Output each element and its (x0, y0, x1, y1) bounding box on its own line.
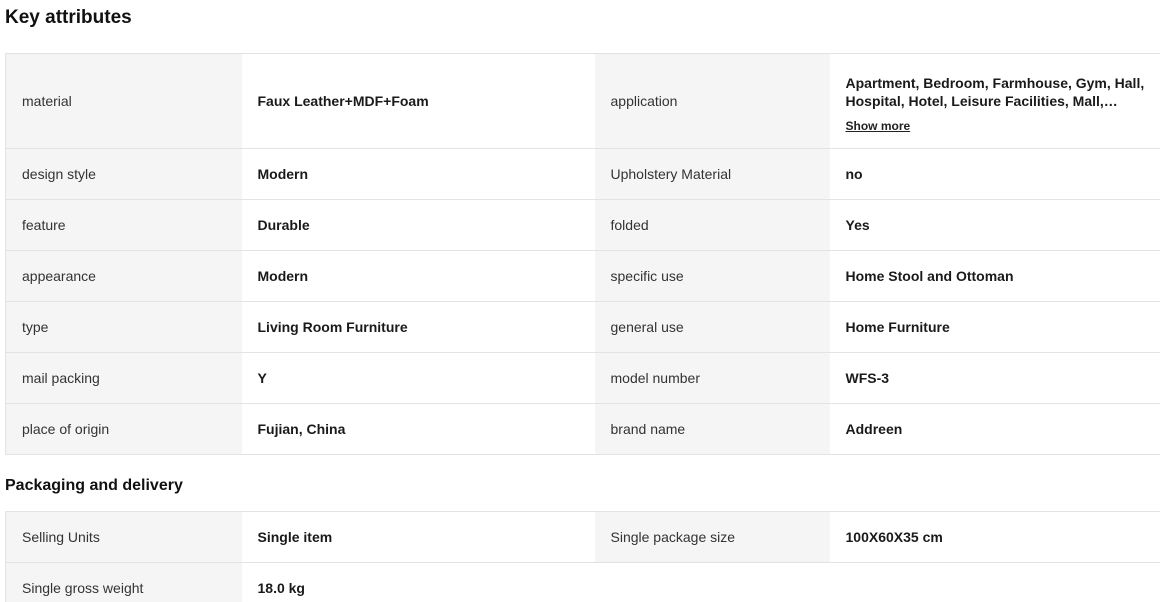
attr-value-brand-name: Addreen (829, 403, 1160, 455)
pack-label-selling-units: Selling Units (5, 511, 242, 563)
packaging-table: Selling Units Single item Single package… (5, 511, 1160, 602)
empty-cell (829, 562, 1160, 602)
attr-value-appearance: Modern (241, 250, 595, 302)
pack-label-package-size: Single package size (594, 511, 830, 563)
pack-label-gross-weight: Single gross weight (5, 562, 242, 602)
table-row: Single gross weight 18.0 kg (5, 562, 1160, 602)
attr-label-mail-packing: mail packing (5, 352, 242, 404)
table-row: Selling Units Single item Single package… (5, 511, 1160, 563)
attr-label-design-style: design style (5, 148, 242, 200)
attr-label-appearance: appearance (5, 250, 242, 302)
pack-value-gross-weight: 18.0 kg (241, 562, 595, 602)
attr-label-folded: folded (594, 199, 830, 251)
attr-label-material: material (5, 53, 242, 149)
table-row: feature Durable folded Yes (5, 199, 1160, 251)
table-row: place of origin Fujian, China brand name… (5, 403, 1160, 455)
key-attributes-title: Key attributes (5, 7, 132, 28)
attr-label-application: application (594, 53, 830, 149)
attr-value-material: Faux Leather+MDF+Foam (241, 53, 595, 149)
attr-value-upholstery-material: no (829, 148, 1160, 200)
attr-label-feature: feature (5, 199, 242, 251)
attr-value-application-cell: Apartment, Bedroom, Farmhouse, Gym, Hall… (829, 53, 1160, 149)
attr-label-brand-name: brand name (594, 403, 830, 455)
attr-value-folded: Yes (829, 199, 1160, 251)
attr-label-upholstery-material: Upholstery Material (594, 148, 830, 200)
show-more-link[interactable]: Show more (846, 117, 911, 135)
pack-value-package-size: 100X60X35 cm (829, 511, 1160, 563)
attr-label-specific-use: specific use (594, 250, 830, 302)
table-row: type Living Room Furniture general use H… (5, 301, 1160, 353)
product-attributes-page: Key attributes material Faux Leather+MDF… (0, 0, 1160, 602)
attr-value-application: Apartment, Bedroom, Farmhouse, Gym, Hall… (845, 74, 1145, 109)
empty-cell (594, 562, 830, 602)
pack-value-selling-units: Single item (241, 511, 595, 563)
attr-value-mail-packing: Y (241, 352, 595, 404)
attr-value-specific-use: Home Stool and Ottoman (829, 250, 1160, 302)
attr-value-model-number: WFS-3 (829, 352, 1160, 404)
key-attributes-table: material Faux Leather+MDF+Foam applicati… (5, 53, 1160, 455)
table-row: design style Modern Upholstery Material … (5, 148, 1160, 200)
attr-label-type: type (5, 301, 242, 353)
attr-label-place-of-origin: place of origin (5, 403, 242, 455)
attr-label-model-number: model number (594, 352, 830, 404)
attr-value-type: Living Room Furniture (241, 301, 595, 353)
table-row: appearance Modern specific use Home Stoo… (5, 250, 1160, 302)
table-row: material Faux Leather+MDF+Foam applicati… (5, 53, 1160, 149)
packaging-delivery-title: Packaging and delivery (5, 477, 183, 494)
table-row: mail packing Y model number WFS-3 (5, 352, 1160, 404)
attr-value-place-of-origin: Fujian, China (241, 403, 595, 455)
attr-label-general-use: general use (594, 301, 830, 353)
attr-value-feature: Durable (241, 199, 595, 251)
attr-value-general-use: Home Furniture (829, 301, 1160, 353)
attr-value-design-style: Modern (241, 148, 595, 200)
